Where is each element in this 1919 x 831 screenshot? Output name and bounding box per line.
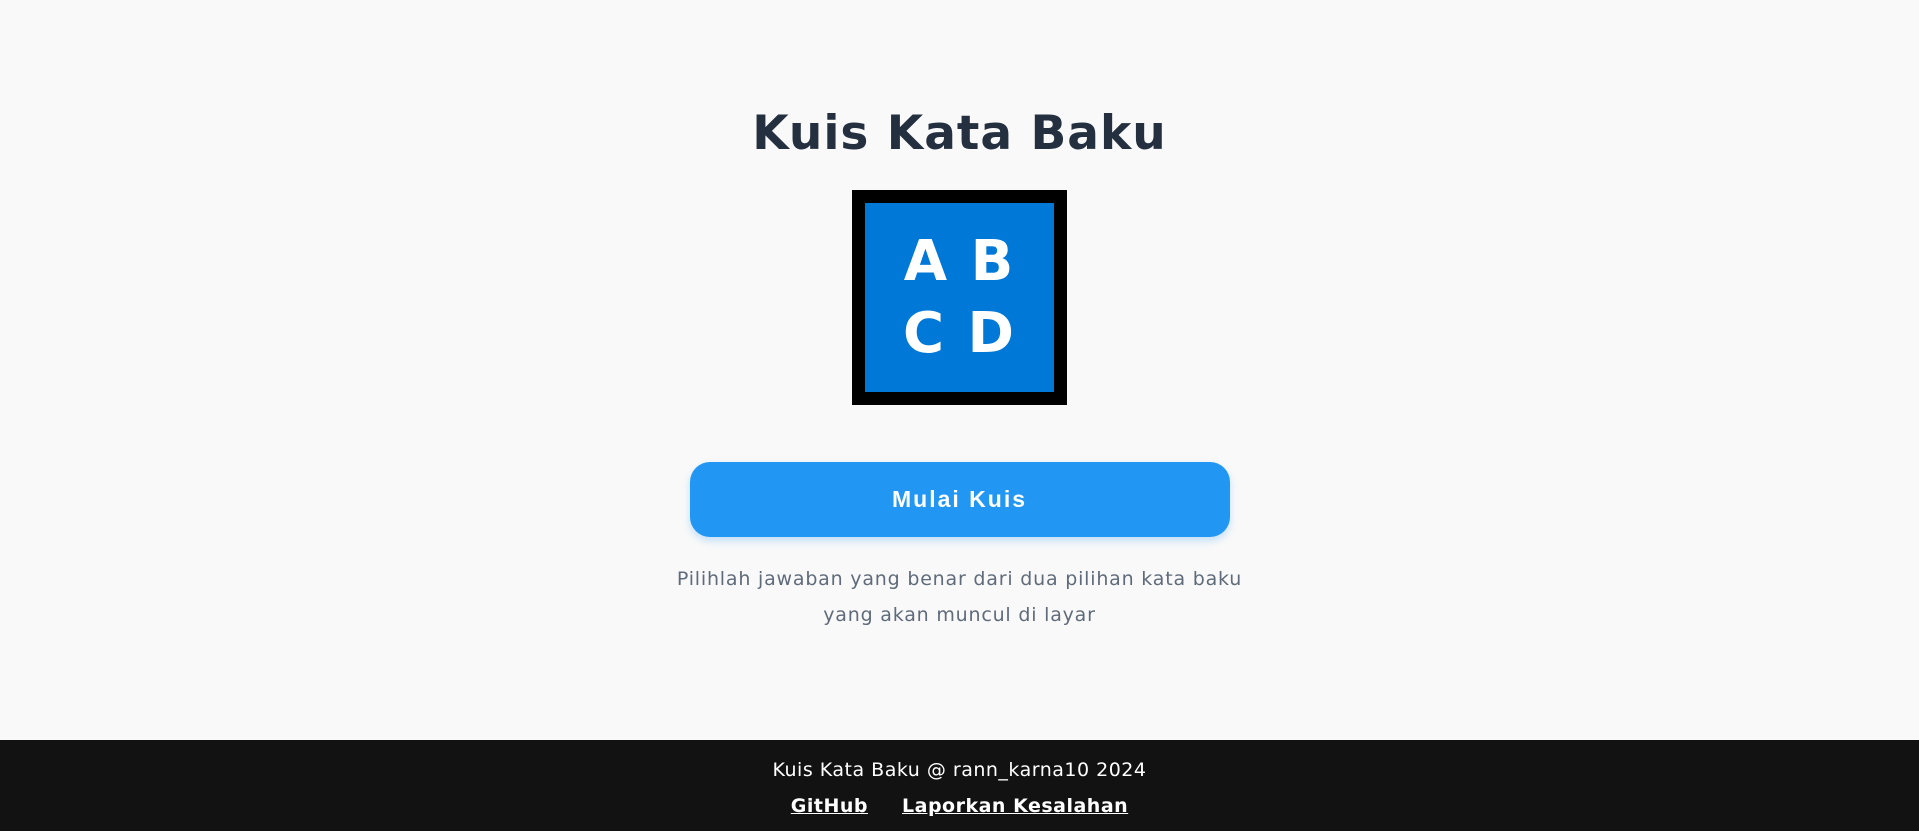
logo-letters-bottom: C D [902, 300, 1017, 366]
page-title: Kuis Kata Baku [752, 106, 1167, 161]
logo-inner: A B C D [865, 203, 1054, 392]
footer-copyright: Kuis Kata Baku @ rann_karna10 2024 [772, 759, 1147, 781]
footer: Kuis Kata Baku @ rann_karna10 2024 GitHu… [0, 740, 1919, 831]
start-quiz-button[interactable]: Mulai Kuis [689, 462, 1230, 537]
instructions-text: Pilihlah jawaban yang benar dari dua pil… [676, 568, 1243, 626]
main-content: Kuis Kata Baku A B C D Mulai Kuis Pilihl… [0, 0, 1919, 740]
logo-letters-top: A B [903, 228, 1016, 294]
page: Kuis Kata Baku A B C D Mulai Kuis Pilihl… [0, 0, 1919, 831]
abcd-logo-icon: A B C D [852, 190, 1067, 405]
footer-links: GitHub Laporkan Kesalahan [791, 795, 1128, 817]
github-link[interactable]: GitHub [791, 795, 868, 817]
report-error-link[interactable]: Laporkan Kesalahan [902, 795, 1128, 817]
